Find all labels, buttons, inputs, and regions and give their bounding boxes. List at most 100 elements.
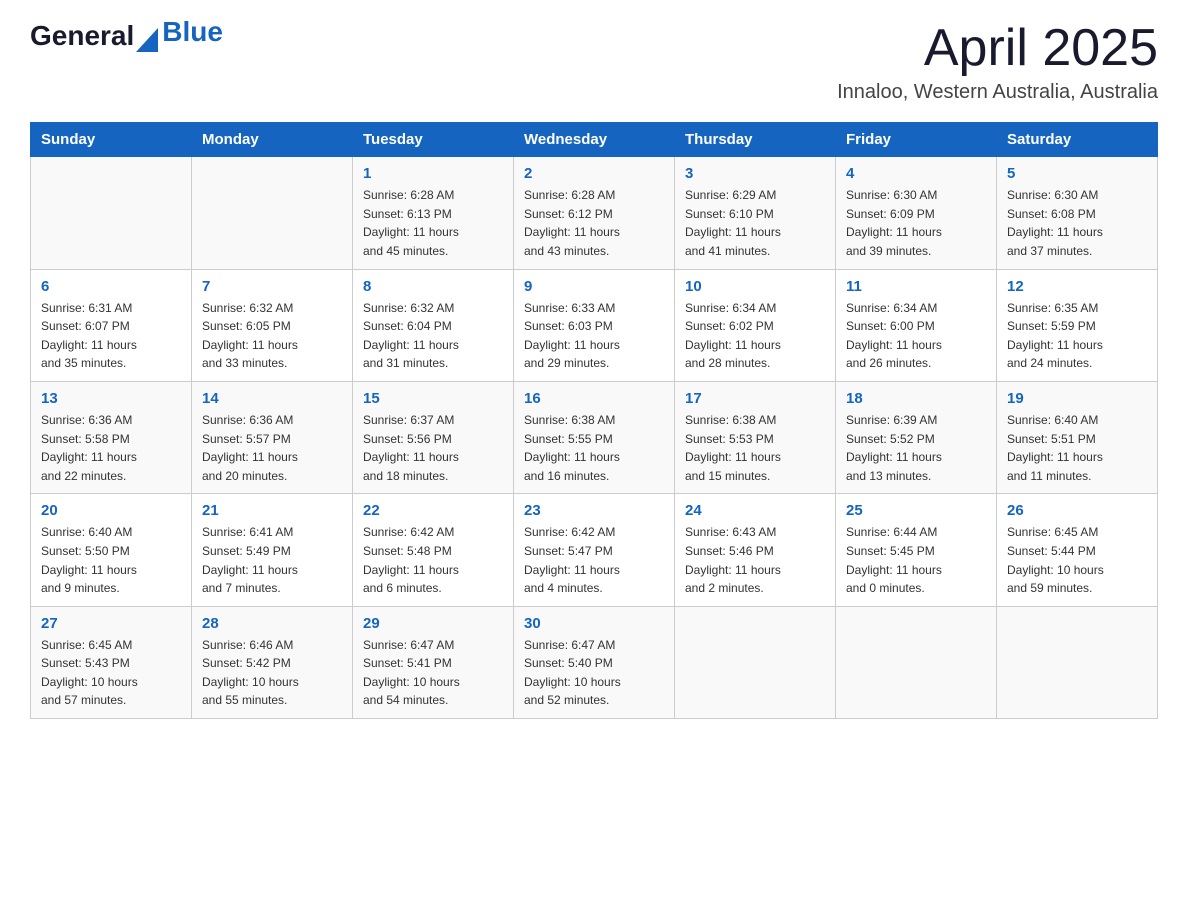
calendar-cell: 8Sunrise: 6:32 AMSunset: 6:04 PMDaylight…: [353, 269, 514, 381]
calendar-cell: 18Sunrise: 6:39 AMSunset: 5:52 PMDayligh…: [836, 381, 997, 493]
calendar-cell: 7 Sunrise: 6:32 AMSunset: 6:05 PMDaylight…: [192, 269, 353, 381]
col-header-saturday: Saturday: [997, 123, 1158, 157]
calendar-week-row: 20 Sunrise: 6:40 AMSunset: 5:50 PMDayligh…: [31, 494, 1158, 606]
day-info: Sunrise: 6:38 AMSunset: 5:55 PMDaylight:…: [524, 411, 664, 485]
calendar-week-row: 1Sunrise: 6:28 AMSunset: 6:13 PMDaylight…: [31, 157, 1158, 269]
calendar-cell: 12Sunrise: 6:35 AMSunset: 5:59 PMDayligh…: [997, 269, 1158, 381]
month-title: April 2025: [837, 20, 1158, 77]
day-info: Sunrise: 6:41 AMSunset: 5:49 PMDaylight:…: [202, 523, 342, 597]
day-info: Sunrise: 6:36 AMSunset: 5:58 PMDaylight:…: [41, 411, 181, 485]
day-number: 12: [1007, 278, 1147, 295]
day-number: 20: [41, 502, 181, 519]
day-info: Sunrise: 6:46 AMSunset: 5:42 PMDaylight:…: [202, 636, 342, 710]
logo-general: General: [30, 20, 134, 52]
day-info: Sunrise: 6:34 AMSunset: 6:02 PMDaylight:…: [685, 299, 825, 373]
day-info: Sunrise: 6:40 AMSunset: 5:50 PMDaylight:…: [41, 523, 181, 597]
calendar-cell: 10 Sunrise: 6:34 AMSunset: 6:02 PMDayligh…: [675, 269, 836, 381]
title-block: April 2025 Innaloo, Western Australia, A…: [837, 20, 1158, 104]
calendar-cell: 9 Sunrise: 6:33 AMSunset: 6:03 PMDaylight…: [514, 269, 675, 381]
day-number: 16: [524, 390, 664, 407]
day-info: Sunrise: 6:45 AMSunset: 5:43 PMDaylight:…: [41, 636, 181, 710]
day-number: 25: [846, 502, 986, 519]
calendar-cell: 23Sunrise: 6:42 AMSunset: 5:47 PMDayligh…: [514, 494, 675, 606]
calendar-cell: 22 Sunrise: 6:42 AMSunset: 5:48 PMDayligh…: [353, 494, 514, 606]
calendar-week-row: 6Sunrise: 6:31 AMSunset: 6:07 PMDaylight…: [31, 269, 1158, 381]
calendar-cell: 16 Sunrise: 6:38 AMSunset: 5:55 PMDayligh…: [514, 381, 675, 493]
day-info: Sunrise: 6:34 AMSunset: 6:00 PMDaylight:…: [846, 299, 986, 373]
day-number: 22: [363, 502, 503, 519]
day-info: Sunrise: 6:30 AMSunset: 6:09 PMDaylight:…: [846, 186, 986, 260]
day-info: Sunrise: 6:37 AMSunset: 5:56 PMDaylight:…: [363, 411, 503, 485]
location-text: Innaloo, Western Australia, Australia: [837, 81, 1158, 104]
calendar-cell: 17Sunrise: 6:38 AMSunset: 5:53 PMDayligh…: [675, 381, 836, 493]
col-header-sunday: Sunday: [31, 123, 192, 157]
calendar-cell: [675, 606, 836, 718]
day-number: 26: [1007, 502, 1147, 519]
page-header: General Blue April 2025 Innaloo, Western…: [30, 20, 1158, 104]
day-number: 28: [202, 615, 342, 632]
day-number: 21: [202, 502, 342, 519]
col-header-monday: Monday: [192, 123, 353, 157]
calendar-cell: 19Sunrise: 6:40 AMSunset: 5:51 PMDayligh…: [997, 381, 1158, 493]
day-number: 2: [524, 165, 664, 182]
day-number: 30: [524, 615, 664, 632]
calendar-cell: [192, 157, 353, 269]
calendar-cell: 20 Sunrise: 6:40 AMSunset: 5:50 PMDayligh…: [31, 494, 192, 606]
day-number: 27: [41, 615, 181, 632]
day-info: Sunrise: 6:36 AMSunset: 5:57 PMDaylight:…: [202, 411, 342, 485]
calendar-cell: 21 Sunrise: 6:41 AMSunset: 5:49 PMDayligh…: [192, 494, 353, 606]
day-number: 15: [363, 390, 503, 407]
day-info: Sunrise: 6:45 AMSunset: 5:44 PMDaylight:…: [1007, 523, 1147, 597]
calendar-cell: 11 Sunrise: 6:34 AMSunset: 6:00 PMDayligh…: [836, 269, 997, 381]
day-number: 7: [202, 278, 342, 295]
day-number: 3: [685, 165, 825, 182]
calendar-week-row: 27 Sunrise: 6:45 AMSunset: 5:43 PMDayligh…: [31, 606, 1158, 718]
calendar-cell: 14 Sunrise: 6:36 AMSunset: 5:57 PMDayligh…: [192, 381, 353, 493]
logo: General Blue: [30, 20, 223, 52]
day-info: Sunrise: 6:30 AMSunset: 6:08 PMDaylight:…: [1007, 186, 1147, 260]
day-number: 24: [685, 502, 825, 519]
calendar-cell: 26 Sunrise: 6:45 AMSunset: 5:44 PMDayligh…: [997, 494, 1158, 606]
day-number: 10: [685, 278, 825, 295]
day-info: Sunrise: 6:42 AMSunset: 5:48 PMDaylight:…: [363, 523, 503, 597]
day-info: Sunrise: 6:33 AMSunset: 6:03 PMDaylight:…: [524, 299, 664, 373]
calendar-header-row: SundayMondayTuesdayWednesdayThursdayFrid…: [31, 123, 1158, 157]
day-info: Sunrise: 6:44 AMSunset: 5:45 PMDaylight:…: [846, 523, 986, 597]
calendar-cell: 3 Sunrise: 6:29 AMSunset: 6:10 PMDaylight…: [675, 157, 836, 269]
col-header-thursday: Thursday: [675, 123, 836, 157]
col-header-friday: Friday: [836, 123, 997, 157]
calendar-week-row: 13Sunrise: 6:36 AMSunset: 5:58 PMDayligh…: [31, 381, 1158, 493]
day-number: 18: [846, 390, 986, 407]
day-info: Sunrise: 6:31 AMSunset: 6:07 PMDaylight:…: [41, 299, 181, 373]
day-number: 8: [363, 278, 503, 295]
col-header-wednesday: Wednesday: [514, 123, 675, 157]
calendar-cell: 1Sunrise: 6:28 AMSunset: 6:13 PMDaylight…: [353, 157, 514, 269]
day-number: 29: [363, 615, 503, 632]
day-info: Sunrise: 6:29 AMSunset: 6:10 PMDaylight:…: [685, 186, 825, 260]
day-number: 11: [846, 278, 986, 295]
calendar-cell: 24 Sunrise: 6:43 AMSunset: 5:46 PMDayligh…: [675, 494, 836, 606]
day-info: Sunrise: 6:28 AMSunset: 6:12 PMDaylight:…: [524, 186, 664, 260]
day-info: Sunrise: 6:43 AMSunset: 5:46 PMDaylight:…: [685, 523, 825, 597]
day-number: 1: [363, 165, 503, 182]
col-header-tuesday: Tuesday: [353, 123, 514, 157]
calendar-cell: 6Sunrise: 6:31 AMSunset: 6:07 PMDaylight…: [31, 269, 192, 381]
calendar-cell: 4Sunrise: 6:30 AMSunset: 6:09 PMDaylight…: [836, 157, 997, 269]
calendar-cell: 13Sunrise: 6:36 AMSunset: 5:58 PMDayligh…: [31, 381, 192, 493]
day-info: Sunrise: 6:47 AMSunset: 5:40 PMDaylight:…: [524, 636, 664, 710]
day-number: 14: [202, 390, 342, 407]
day-number: 9: [524, 278, 664, 295]
calendar-cell: [997, 606, 1158, 718]
calendar-cell: 15 Sunrise: 6:37 AMSunset: 5:56 PMDayligh…: [353, 381, 514, 493]
day-info: Sunrise: 6:32 AMSunset: 6:05 PMDaylight:…: [202, 299, 342, 373]
logo-blue: Blue: [162, 16, 223, 48]
day-info: Sunrise: 6:42 AMSunset: 5:47 PMDaylight:…: [524, 523, 664, 597]
calendar-cell: 28 Sunrise: 6:46 AMSunset: 5:42 PMDayligh…: [192, 606, 353, 718]
day-number: 17: [685, 390, 825, 407]
day-info: Sunrise: 6:47 AMSunset: 5:41 PMDaylight:…: [363, 636, 503, 710]
calendar-cell: [31, 157, 192, 269]
calendar-cell: 5Sunrise: 6:30 AMSunset: 6:08 PMDaylight…: [997, 157, 1158, 269]
calendar-cell: 30 Sunrise: 6:47 AMSunset: 5:40 PMDayligh…: [514, 606, 675, 718]
calendar-cell: 27 Sunrise: 6:45 AMSunset: 5:43 PMDayligh…: [31, 606, 192, 718]
logo-triangle-icon: [136, 20, 158, 52]
